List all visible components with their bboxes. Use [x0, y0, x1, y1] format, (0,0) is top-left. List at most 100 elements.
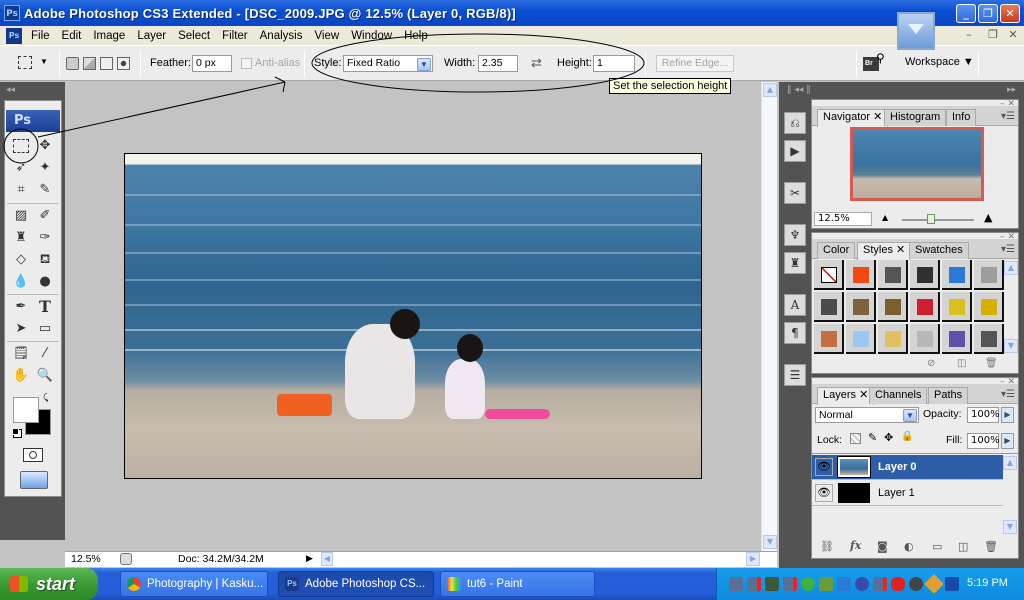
style-swatch[interactable] — [942, 324, 972, 354]
taskbar-item-paint[interactable]: tut6 - Paint — [440, 571, 595, 597]
zoom-slider-handle[interactable] — [926, 214, 935, 224]
scroll-up-button[interactable]: ▲ — [1003, 456, 1017, 470]
path-selection-tool[interactable]: ➤ — [11, 319, 31, 339]
layer-row[interactable]: 👁 Layer 0 — [812, 455, 1003, 480]
new-group-icon[interactable]: ▭ — [932, 540, 942, 553]
zoom-level[interactable]: 12.5% — [71, 553, 101, 565]
menu-filter[interactable]: Filter — [217, 30, 255, 42]
swap-colors-icon[interactable]: ⤹ — [43, 393, 48, 403]
clone-stamp-tool[interactable]: ♜ — [11, 228, 31, 248]
zoom-in-icon[interactable]: ▲ — [984, 211, 992, 224]
pen-tool[interactable]: ✒ — [11, 297, 31, 317]
move-tool[interactable]: ✥ — [35, 136, 55, 156]
panel-menu-icon[interactable]: ▾☰ — [1001, 111, 1015, 122]
layer-comps-icon[interactable]: ☰ — [784, 364, 806, 386]
zoom-tool[interactable]: 🔍 — [35, 366, 55, 386]
slice-tool[interactable]: ✎ — [35, 180, 55, 200]
notes-tool[interactable]: 🗒 — [11, 344, 31, 364]
adjustment-layer-icon[interactable]: ◐ — [904, 540, 914, 553]
style-swatch[interactable] — [814, 260, 844, 290]
network-monitor-icon[interactable] — [765, 577, 779, 591]
chevron-down-icon[interactable]: ▼ — [903, 409, 917, 422]
style-swatch[interactable] — [878, 324, 908, 354]
intersect-selection-icon[interactable] — [117, 57, 130, 70]
document-image[interactable] — [124, 153, 702, 479]
taskbar-item-photoshop[interactable]: Ps Adobe Photoshop CS... — [278, 571, 434, 597]
style-swatch[interactable] — [846, 260, 876, 290]
minimize-button[interactable]: _ — [956, 4, 976, 23]
scroll-up-button[interactable]: ▲ — [1004, 261, 1018, 275]
style-swatch[interactable] — [910, 324, 940, 354]
paint-bucket-tool[interactable]: ⛾ — [35, 250, 55, 270]
style-swatch[interactable] — [814, 324, 844, 354]
expand-dock-icon[interactable]: ▸▸ — [1007, 85, 1016, 95]
doc-restore-button[interactable]: ❐ — [985, 28, 1001, 42]
tab-histogram[interactable]: Histogram — [884, 109, 947, 126]
network-disconnected-icon[interactable] — [783, 577, 797, 591]
menu-image[interactable]: Image — [88, 30, 132, 42]
tool-presets-icon[interactable]: ✂ — [784, 182, 806, 204]
visibility-eye-icon[interactable]: 👁 — [815, 484, 833, 502]
refine-edge-button[interactable]: Refine Edge... — [656, 55, 734, 72]
layer-name[interactable]: Layer 0 — [878, 461, 917, 473]
status-info-icon[interactable] — [120, 553, 132, 565]
style-swatch[interactable] — [910, 260, 940, 290]
doc-minimize-button[interactable]: – — [961, 28, 977, 42]
rectangle-tool[interactable]: ▭ — [35, 319, 55, 339]
menu-layer[interactable]: Layer — [132, 30, 173, 42]
swap-dimensions-icon[interactable]: ⇄ — [531, 55, 542, 71]
style-swatch[interactable] — [878, 260, 908, 290]
scroll-right-button[interactable]: ▶ — [746, 552, 760, 566]
fill-slider-arrow-icon[interactable]: ▶ — [1001, 433, 1014, 449]
tab-channels[interactable]: Channels — [869, 387, 928, 404]
style-swatch[interactable] — [974, 260, 1004, 290]
chevron-down-icon[interactable]: ▼ — [40, 57, 48, 66]
chevron-down-icon[interactable]: ▼ — [417, 58, 431, 71]
network-icon[interactable] — [729, 577, 743, 591]
history-brush-tool[interactable]: ✑ — [35, 228, 55, 248]
navigator-zoom-input[interactable]: 12.5% — [814, 212, 872, 226]
style-swatch[interactable] — [846, 292, 876, 322]
menu-window[interactable]: Window — [346, 30, 399, 42]
scroll-down-button[interactable]: ▼ — [1003, 520, 1017, 534]
clock[interactable]: 5:19 PM — [967, 577, 1008, 589]
blend-mode-select[interactable]: Normal ▼ — [815, 407, 919, 423]
security-shield-icon[interactable] — [891, 577, 905, 591]
delete-layer-icon[interactable]: 🗑 — [984, 540, 998, 553]
network-disconnected-icon[interactable] — [873, 577, 887, 591]
link-layers-icon[interactable]: ⛓ — [820, 540, 834, 553]
screen-mode-button[interactable] — [20, 471, 48, 489]
panel-menu-icon[interactable]: ▾☰ — [1001, 389, 1015, 400]
dodge-tool[interactable]: ● — [35, 272, 55, 292]
layer-mask-icon[interactable]: ◙ — [877, 540, 888, 553]
style-select[interactable]: Fixed Ratio ▼ — [343, 55, 433, 72]
style-swatch[interactable] — [910, 292, 940, 322]
menu-help[interactable]: Help — [399, 30, 435, 42]
collapse-dock-icon[interactable]: ◂◂ — [6, 85, 15, 95]
tab-navigator[interactable]: Navigator ✕ — [817, 109, 889, 127]
document-icon[interactable]: Ps — [6, 27, 22, 44]
opacity-slider-arrow-icon[interactable]: ▶ — [1001, 407, 1014, 423]
close-button[interactable]: ✕ — [1000, 4, 1020, 23]
menu-analysis[interactable]: Analysis — [255, 30, 310, 42]
menu-view[interactable]: View — [309, 30, 346, 42]
brushes-panel-icon[interactable]: ♆ — [784, 224, 806, 246]
network-disconnected-icon[interactable] — [747, 577, 761, 591]
paragraph-panel-icon[interactable]: ¶ — [784, 322, 806, 344]
hand-tool[interactable]: ✋ — [11, 366, 31, 386]
feather-input[interactable]: 0 px — [192, 55, 232, 72]
lock-pixels-icon[interactable]: ✎ — [868, 431, 877, 444]
webcam-icon[interactable] — [909, 577, 923, 591]
layer-row[interactable]: 👁 Layer 1 — [812, 481, 1003, 506]
style-swatch[interactable] — [974, 324, 1004, 354]
panel-menu-icon[interactable]: ▾☰ — [1001, 244, 1015, 255]
antialias-checkbox[interactable] — [241, 58, 252, 69]
clear-style-icon[interactable]: ⊘ — [927, 358, 935, 369]
blur-tool[interactable]: 💧 — [11, 272, 31, 292]
green-app-icon[interactable] — [801, 577, 815, 591]
style-swatch[interactable] — [974, 292, 1004, 322]
tab-layers[interactable]: Layers ✕ — [817, 387, 875, 405]
crop-tool[interactable]: ⌗ — [11, 180, 31, 200]
workspace-button[interactable]: Workspace ▼ — [905, 56, 974, 68]
lock-transparency-icon[interactable] — [850, 433, 861, 444]
